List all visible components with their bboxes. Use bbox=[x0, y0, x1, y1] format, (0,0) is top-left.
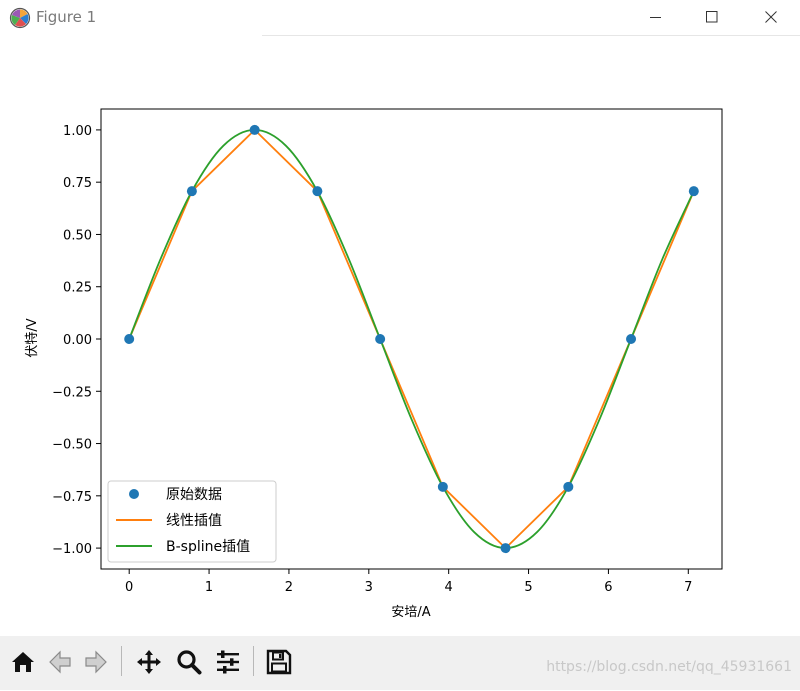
toolbar-separator bbox=[253, 646, 254, 676]
data-point bbox=[375, 334, 386, 344]
x-tick-label: 0 bbox=[125, 580, 133, 595]
data-point bbox=[688, 186, 699, 197]
arrow-left-icon bbox=[49, 650, 71, 674]
data-point bbox=[563, 481, 574, 492]
data-point bbox=[124, 334, 135, 344]
x-tick-label: 5 bbox=[524, 580, 532, 595]
title-bar[interactable]: Figure 1 bbox=[0, 0, 800, 36]
data-point bbox=[626, 334, 637, 344]
forward-button[interactable] bbox=[79, 644, 113, 680]
window-title: Figure 1 bbox=[36, 8, 97, 26]
y-tick-label: 0.50 bbox=[63, 228, 92, 243]
x-tick-label: 6 bbox=[604, 580, 612, 595]
legend: 原始数据线性插值 B-spline插值 bbox=[107, 480, 277, 563]
arrow-right-icon bbox=[85, 650, 107, 674]
x-tick-label: 2 bbox=[285, 580, 293, 595]
close-button[interactable] bbox=[748, 0, 794, 34]
data-point bbox=[186, 186, 197, 197]
y-tick-label: 0.00 bbox=[63, 333, 92, 348]
y-tick-label: −0.25 bbox=[52, 385, 92, 400]
y-tick-label: 0.75 bbox=[63, 176, 92, 191]
pan-button[interactable] bbox=[132, 644, 166, 680]
toolbar-separator bbox=[121, 646, 122, 676]
move-icon bbox=[137, 650, 161, 674]
x-axis-label: 安培/A bbox=[391, 604, 430, 620]
y-tick-label: −1.00 bbox=[52, 542, 92, 557]
zoom-button[interactable] bbox=[172, 644, 206, 680]
data-point bbox=[437, 481, 448, 492]
x-tick-label: 3 bbox=[365, 580, 373, 595]
chart-svg: 0 1 2 3 4 5 6 7 1.00 0.75 0.50 0.25 0.00 −0.25 −0.50 −0… bbox=[25, 108, 723, 620]
legend-label: 线性插值 bbox=[166, 513, 222, 529]
data-point bbox=[500, 543, 511, 554]
magnifier-icon bbox=[177, 650, 202, 675]
home-icon bbox=[12, 652, 34, 672]
back-button[interactable] bbox=[43, 644, 77, 680]
close-icon bbox=[765, 11, 777, 23]
y-axis-label: 伏特/V bbox=[25, 318, 40, 357]
x-tick-label: 4 bbox=[445, 580, 453, 595]
figure-canvas[interactable]: 0 1 2 3 4 5 6 7 1.00 0.75 0.50 0.25 0.00 −0.25 −0.50 −0… bbox=[0, 36, 800, 636]
home-button[interactable] bbox=[6, 644, 40, 680]
matplotlib-icon bbox=[9, 7, 31, 29]
y-tick-label: 0.25 bbox=[63, 281, 92, 296]
watermark: https://blog.csdn.net/qq_45931661 bbox=[546, 659, 792, 675]
y-tick-label: 1.00 bbox=[63, 124, 92, 139]
save-button[interactable] bbox=[262, 644, 296, 680]
legend-label: 原始数据 bbox=[166, 487, 222, 503]
sliders-icon bbox=[217, 650, 239, 674]
minimize-button[interactable] bbox=[633, 0, 679, 34]
legend-marker bbox=[129, 489, 139, 499]
x-tick-label: 7 bbox=[684, 580, 692, 595]
y-tick-label: −0.75 bbox=[52, 490, 92, 505]
legend-label: B-spline插值 bbox=[166, 539, 250, 555]
data-point bbox=[312, 186, 323, 197]
data-point bbox=[249, 124, 260, 135]
maximize-icon bbox=[706, 11, 718, 23]
maximize-button[interactable] bbox=[689, 0, 735, 34]
y-tick-label: −0.50 bbox=[52, 438, 92, 453]
floppy-icon bbox=[266, 649, 292, 675]
minimize-icon bbox=[650, 17, 661, 18]
x-tick-label: 1 bbox=[205, 580, 213, 595]
configure-subplots-button[interactable] bbox=[211, 644, 245, 680]
